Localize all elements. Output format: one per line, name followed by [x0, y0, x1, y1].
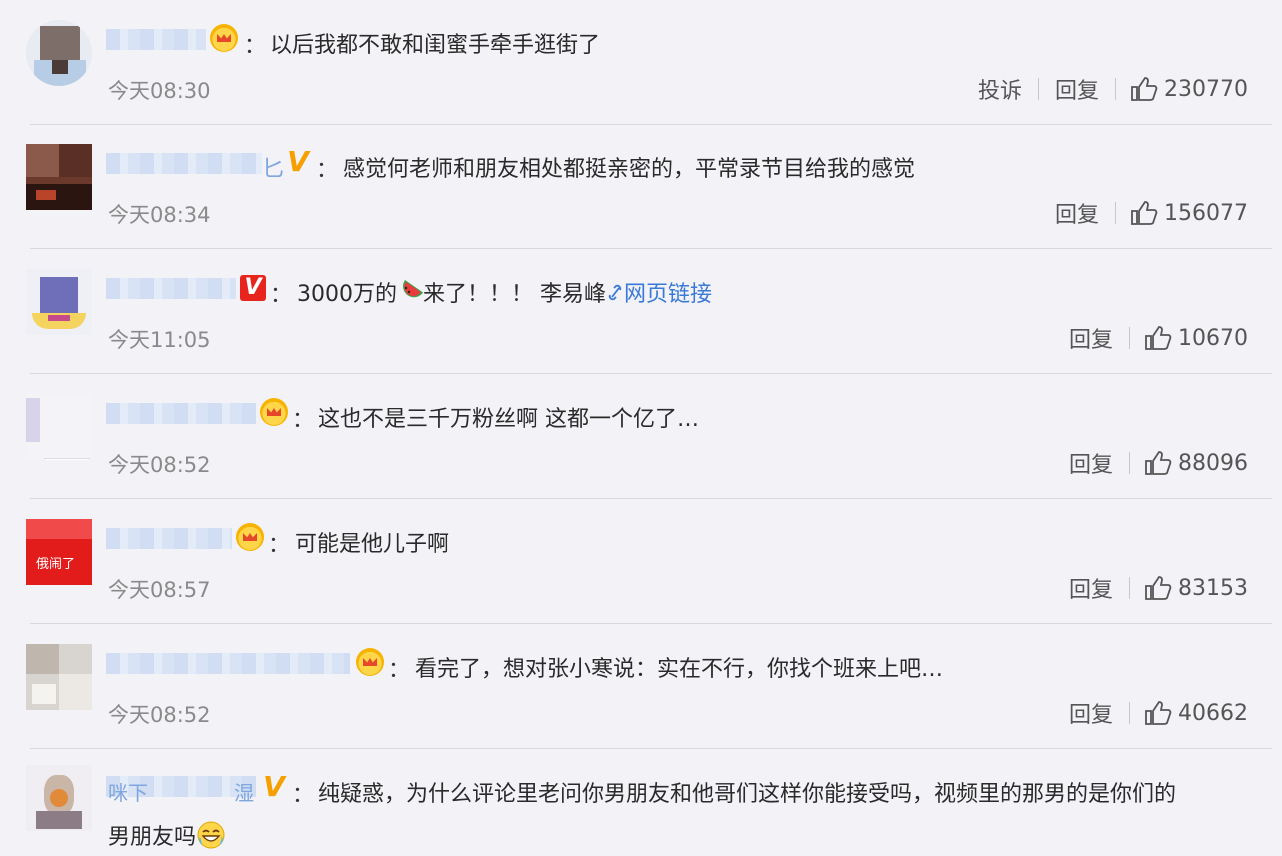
- like-count: 10670: [1178, 325, 1248, 351]
- username-blurred[interactable]: [106, 653, 350, 674]
- avatar-text: 俄闹了: [36, 557, 76, 572]
- thumbs-up-icon: [1145, 701, 1172, 725]
- timestamp: 今天08:57: [108, 578, 211, 602]
- timestamp: 今天08:34: [108, 203, 211, 227]
- avatar[interactable]: 俄闹了: [26, 519, 92, 585]
- crown-badge-icon: [236, 523, 264, 551]
- avatar[interactable]: [26, 394, 92, 460]
- report-button[interactable]: 投诉: [962, 73, 1038, 105]
- crown-badge-icon: [260, 398, 288, 426]
- like-button[interactable]: 40662: [1130, 700, 1248, 726]
- username-blurred[interactable]: [106, 278, 236, 299]
- thumbs-up-icon: [1145, 451, 1172, 475]
- comment-text: 纯疑惑，为什么评论里老问你男朋友和他哥们这样你能接受吗，视频里的那男的是你们的: [318, 782, 1177, 807]
- username-fragment[interactable]: 湿: [234, 777, 254, 806]
- like-count: 83153: [1178, 575, 1248, 601]
- colon: ：: [268, 533, 291, 558]
- comment-text: 3000万的 来了！！！ 李易峰 网页链接: [297, 276, 712, 308]
- comment-actions: 投诉 回复 230770: [962, 73, 1248, 105]
- like-button[interactable]: 83153: [1130, 575, 1248, 601]
- laughing-emoji-icon: [197, 821, 225, 849]
- avatar[interactable]: [26, 269, 92, 335]
- thumbs-up-icon: [1131, 77, 1158, 101]
- comment-item: ： 以后我都不敢和闺蜜手牵手逛街了 今天08:30 投诉 回复 230770: [0, 0, 1282, 125]
- avatar[interactable]: [26, 765, 92, 831]
- thumbs-up-icon: [1145, 326, 1172, 350]
- username-blurred[interactable]: [106, 153, 262, 174]
- comment-actions: 回复 156077: [1039, 197, 1248, 229]
- v-badge-icon: V: [287, 145, 309, 178]
- thumbs-up-icon: [1145, 576, 1172, 600]
- thumbs-up-icon: [1131, 201, 1158, 225]
- like-button[interactable]: 230770: [1116, 76, 1248, 102]
- comment-actions: 回复 40662: [1053, 697, 1248, 729]
- like-count: 230770: [1164, 76, 1248, 102]
- comment-text: 看完了，想对张小寒说：实在不行，你找个班来上吧…: [415, 657, 944, 682]
- colon: ：: [270, 283, 293, 308]
- username-fragment[interactable]: 匕: [262, 151, 284, 183]
- comment-list: ： 以后我都不敢和闺蜜手牵手逛街了 今天08:30 投诉 回复 230770 匕…: [0, 0, 1282, 856]
- comment-item: V ： 3000万的 来了！！！ 李易峰 网页链接 今天11:05 回复 10670: [0, 249, 1282, 374]
- colon: ：: [244, 34, 267, 59]
- colon: ：: [292, 408, 315, 433]
- crown-badge-icon: [356, 648, 384, 676]
- crown-badge-icon: [210, 24, 238, 52]
- colon: ：: [388, 658, 411, 683]
- reply-button[interactable]: 回复: [1053, 572, 1129, 604]
- comment-item: 咪下 湿 V ： 纯疑惑，为什么评论里老问你男朋友和他哥们这样你能接受吗，视频里…: [0, 749, 1282, 856]
- colon: ：: [316, 158, 339, 183]
- comment-actions: 回复 10670: [1053, 322, 1248, 354]
- comment-text: 感觉何老师和朋友相处都挺亲密的，平常录节目给我的感觉: [343, 157, 916, 182]
- username-blurred[interactable]: [106, 403, 256, 424]
- reply-button[interactable]: 回复: [1039, 73, 1115, 105]
- timestamp: 今天08:52: [108, 453, 211, 477]
- username-fragment[interactable]: 咪下: [108, 777, 148, 806]
- comment-text: 可能是他儿子啊: [295, 532, 450, 557]
- colon: ：: [292, 783, 315, 808]
- reply-button[interactable]: 回复: [1053, 697, 1129, 729]
- comment-item: 俄闹了 ： 可能是他儿子啊 今天08:57 回复 83153: [0, 499, 1282, 624]
- comment-actions: 回复 88096: [1053, 447, 1248, 479]
- like-button[interactable]: 10670: [1130, 325, 1248, 351]
- timestamp: 今天08:30: [108, 79, 211, 103]
- like-count: 40662: [1178, 700, 1248, 726]
- username-blurred[interactable]: [106, 29, 206, 50]
- username-blurred[interactable]: [106, 528, 232, 549]
- comment-actions: 回复 83153: [1053, 572, 1248, 604]
- timestamp: 今天11:05: [108, 328, 211, 352]
- avatar[interactable]: [26, 144, 92, 210]
- comment-text-line2: 男朋友吗: [108, 819, 226, 851]
- web-link[interactable]: 网页链接: [606, 282, 712, 307]
- comment-item: ： 看完了，想对张小寒说：实在不行，你找个班来上吧… 今天08:52 回复 40…: [0, 624, 1282, 749]
- web-link-label: 网页链接: [624, 282, 713, 307]
- like-count: 156077: [1164, 200, 1248, 226]
- link-icon: [608, 284, 622, 301]
- like-button[interactable]: 156077: [1116, 200, 1248, 226]
- avatar[interactable]: [26, 644, 92, 710]
- avatar[interactable]: [26, 20, 92, 86]
- reply-button[interactable]: 回复: [1053, 447, 1129, 479]
- comment-text: 以后我都不敢和闺蜜手牵手逛街了: [270, 33, 601, 58]
- like-count: 88096: [1178, 450, 1248, 476]
- v-badge-icon: V: [263, 770, 285, 803]
- watermelon-emoji-icon: [403, 279, 423, 298]
- reply-button[interactable]: 回复: [1039, 197, 1115, 229]
- comment-item: 匕 V ： 感觉何老师和朋友相处都挺亲密的，平常录节目给我的感觉 今天08:34…: [0, 124, 1282, 249]
- v-badge-icon: V: [240, 275, 266, 301]
- comment-text-part: 来了！！！ 李易峰: [423, 282, 606, 307]
- like-button[interactable]: 88096: [1130, 450, 1248, 476]
- comment-item: ： 这也不是三千万粉丝啊 这都一个亿了… 今天08:52 回复 88096: [0, 374, 1282, 499]
- reply-button[interactable]: 回复: [1053, 322, 1129, 354]
- timestamp: 今天08:52: [108, 703, 211, 727]
- comment-text-part: 3000万的: [297, 282, 397, 307]
- comment-text-part: 男朋友吗: [108, 825, 197, 850]
- comment-text: 这也不是三千万粉丝啊 这都一个亿了…: [318, 407, 699, 432]
